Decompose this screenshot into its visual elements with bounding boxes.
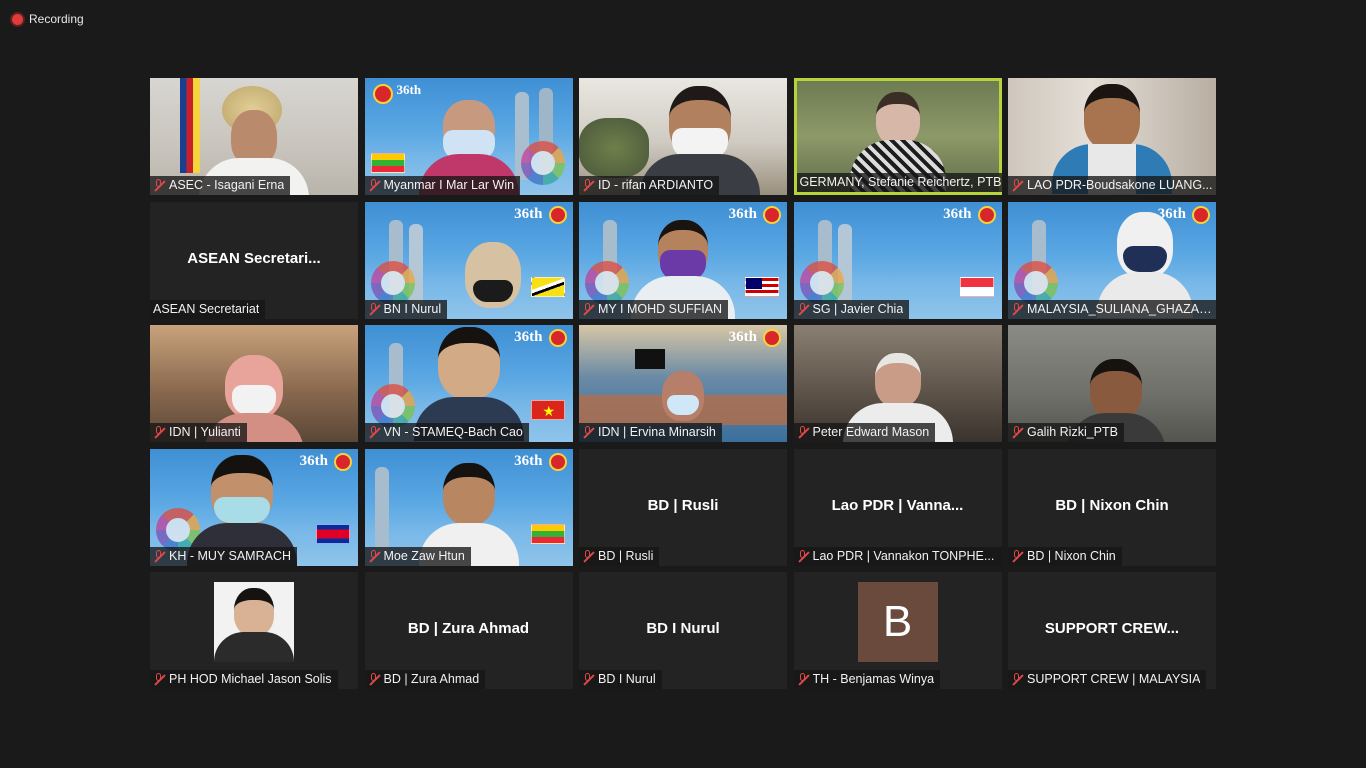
- participant-tile[interactable]: Lao PDR | Vanna... Lao PDR | Vannakon TO…: [793, 448, 1002, 566]
- participant-name-label: BD I Nurul: [579, 670, 662, 689]
- participant-tile[interactable]: BD | Zura Ahmad BD | Zura Ahmad: [364, 572, 573, 689]
- participant-tile[interactable]: 36th Myanmar I Mar Lar Win: [364, 78, 573, 195]
- participant-gallery: ASEC - Isagani Erna 36th Myanmar I Mar L…: [150, 78, 1216, 689]
- participant-name-label: GERMANY, Stefanie Reichertz, PTB: [796, 173, 1002, 192]
- participant-name-label: VN - STAMEQ-Bach Cao: [364, 423, 529, 442]
- muted-mic-icon: [1011, 549, 1023, 563]
- participant-tile[interactable]: LAO PDR-Boudsakone LUANG...: [1008, 78, 1216, 195]
- participant-name-label: Lao PDR | Vannakon TONPHE...: [793, 546, 1002, 566]
- banner-title: 36th: [728, 329, 757, 345]
- recording-icon: [12, 13, 23, 25]
- participant-name-label: Peter Edward Mason: [793, 423, 936, 442]
- participant-name-label: Galih Rizki_PTB: [1008, 423, 1124, 442]
- muted-mic-icon: [1011, 426, 1023, 439]
- muted-mic-icon: [153, 673, 165, 686]
- muted-mic-icon: [797, 426, 809, 439]
- participant-name-label: MALAYSIA_SULIANA_GHAZALL...: [1008, 299, 1216, 319]
- participant-name-label: LAO PDR-Boudsakone LUANG...: [1008, 176, 1216, 195]
- participant-name-label: IDN | Ervina Minarsih: [579, 423, 722, 442]
- participant-name-label: BD | Zura Ahmad: [364, 670, 486, 689]
- muted-mic-icon: [1011, 673, 1023, 686]
- participant-tile[interactable]: B TH - Benjamas Winya: [793, 572, 1002, 689]
- participant-tile[interactable]: BD | Rusli BD | Rusli: [579, 448, 787, 566]
- participant-tile[interactable]: 36th BN I Nurul: [364, 201, 573, 319]
- participant-name-label: KH - MUY SAMRACH: [150, 546, 298, 566]
- participant-tile[interactable]: 36th Moe Zaw Htun: [364, 448, 573, 566]
- muted-mic-icon: [797, 302, 809, 316]
- participant-tile[interactable]: ASEC - Isagani Erna: [150, 78, 358, 195]
- participant-name-label: SG | Javier Chia: [793, 299, 910, 319]
- banner-title: 36th: [943, 205, 972, 222]
- participant-tile[interactable]: ID - rifan ARDIANTO: [579, 78, 787, 195]
- muted-mic-icon: [1011, 302, 1023, 316]
- participant-name-label: IDN | Yulianti: [150, 423, 247, 442]
- participant-tile[interactable]: ASEAN Secretari... ASEAN Secretariat: [150, 201, 358, 319]
- participant-name-label: Myanmar I Mar Lar Win: [364, 176, 521, 195]
- participant-tile[interactable]: 36th MY I MOHD SUFFIAN: [579, 201, 787, 319]
- profile-photo: [214, 582, 294, 662]
- muted-mic-icon: [582, 302, 594, 316]
- recording-indicator[interactable]: Recording: [12, 12, 84, 26]
- muted-mic-icon: [1011, 179, 1023, 192]
- participant-name-label: PH HOD Michael Jason Solis: [150, 670, 338, 689]
- participant-name-label: Moe Zaw Htun: [364, 546, 471, 566]
- participant-tile[interactable]: BD I Nurul BD I Nurul: [579, 572, 787, 689]
- muted-mic-icon: [582, 179, 594, 192]
- participant-display-name: SUPPORT CREW...: [1044, 620, 1180, 637]
- participant-name-label: TH - Benjamas Winya: [793, 670, 941, 689]
- muted-mic-icon: [368, 549, 380, 563]
- participant-tile[interactable]: 36th VN - STAMEQ-Bach Cao: [364, 325, 573, 442]
- muted-mic-icon: [797, 549, 809, 563]
- banner-title: 36th: [514, 205, 543, 222]
- participant-display-name: Lao PDR | Vanna...: [831, 496, 964, 514]
- participant-display-name: BD I Nurul: [646, 620, 720, 637]
- muted-mic-icon: [582, 673, 594, 686]
- muted-mic-icon: [797, 673, 809, 686]
- muted-mic-icon: [153, 179, 165, 192]
- muted-mic-icon: [153, 549, 165, 563]
- participant-name-label: ASEC - Isagani Erna: [150, 176, 291, 195]
- participant-tile[interactable]: 36th SG | Javier Chia: [793, 201, 1002, 319]
- muted-mic-icon: [368, 302, 380, 316]
- participant-display-name: BD | Zura Ahmad: [407, 620, 530, 637]
- participant-name-label: MY I MOHD SUFFIAN: [579, 299, 729, 319]
- participant-tile-active-speaker[interactable]: GERMANY, Stefanie Reichertz, PTB: [793, 78, 1002, 195]
- participant-tile[interactable]: 36th IDN | Ervina Minarsih: [579, 325, 787, 442]
- recording-label: Recording: [29, 12, 84, 26]
- participant-tile[interactable]: Galih Rizki_PTB: [1008, 325, 1216, 442]
- participant-tile[interactable]: SUPPORT CREW... SUPPORT CREW | MALAYSIA: [1008, 572, 1216, 689]
- participant-tile[interactable]: 36th MALAYSIA_SULIANA_GHAZALL...: [1008, 201, 1216, 319]
- banner-title: 36th: [299, 452, 328, 469]
- participant-tile[interactable]: Peter Edward Mason: [793, 325, 1002, 442]
- participant-display-name: BD | Nixon Chin: [1055, 496, 1169, 514]
- participant-name-label: ASEAN Secretariat: [150, 299, 266, 319]
- muted-mic-icon: [368, 426, 380, 439]
- participant-tile[interactable]: PH HOD Michael Jason Solis: [150, 572, 358, 689]
- avatar: B: [857, 582, 938, 662]
- participant-tile[interactable]: BD | Nixon Chin BD | Nixon Chin: [1008, 448, 1216, 566]
- muted-mic-icon: [582, 426, 594, 439]
- participant-name-label: BD | Nixon Chin: [1008, 546, 1122, 566]
- participant-display-name: ASEAN Secretari...: [187, 249, 321, 267]
- participant-name-label: BD | Rusli: [579, 546, 660, 566]
- participant-tile[interactable]: IDN | Yulianti: [150, 325, 358, 442]
- muted-mic-icon: [368, 179, 380, 192]
- muted-mic-icon: [153, 426, 165, 439]
- muted-mic-icon: [368, 673, 380, 686]
- participant-name-label: SUPPORT CREW | MALAYSIA: [1008, 670, 1207, 689]
- participant-name-label: BN I Nurul: [364, 299, 448, 319]
- participant-name-label: ID - rifan ARDIANTO: [579, 176, 720, 195]
- participant-display-name: BD | Rusli: [647, 496, 719, 514]
- muted-mic-icon: [582, 549, 594, 563]
- participant-tile[interactable]: 36th KH - MUY SAMRACH: [150, 448, 358, 566]
